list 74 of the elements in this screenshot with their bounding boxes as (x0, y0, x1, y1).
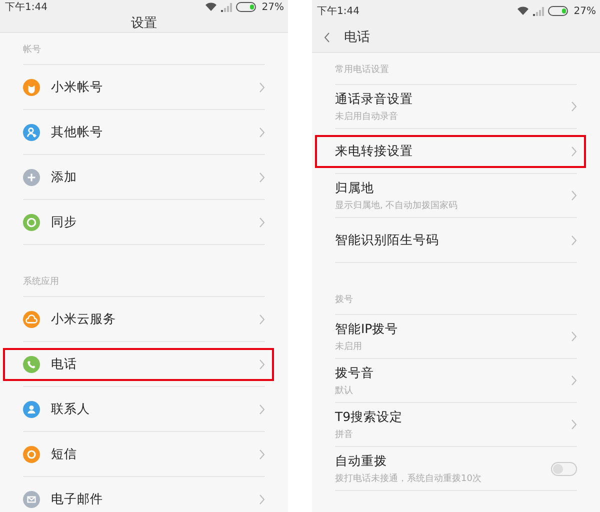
row-label: 来电转接设置 (335, 142, 414, 160)
settings-row[interactable]: 添加 (23, 155, 265, 200)
back-icon[interactable] (324, 32, 330, 42)
row-subtitle: 未启用 (335, 340, 363, 352)
chevron-icon (571, 146, 577, 156)
settings-row[interactable]: 通话录音设置 未启用自动录音 (335, 85, 577, 129)
settings-row[interactable]: 拨号音 默认 (335, 359, 577, 403)
chevron-icon (259, 494, 265, 504)
battery-icon (236, 2, 258, 12)
chevron-icon (259, 448, 265, 460)
section-header: 拨号 (335, 263, 577, 315)
chevron-icon (259, 358, 265, 370)
settings-row[interactable]: 同步 (23, 200, 265, 245)
chevron-icon (571, 419, 577, 430)
row-label: 联系人 (51, 400, 91, 418)
battery-percent: 27% (262, 2, 284, 12)
chevron-icon (259, 82, 265, 92)
row-label: 其他帐号 (51, 124, 104, 140)
chevron-icon (571, 331, 577, 342)
row-subtitle: 未启用自动录音 (335, 110, 399, 122)
settings-row[interactable]: 智能识别陌生号码 (335, 218, 577, 263)
wifi-icon (204, 2, 217, 12)
section-header: 帐号 (23, 33, 265, 65)
chevron-icon (259, 314, 265, 324)
row-label: 归属地 (335, 180, 375, 196)
settings-row[interactable]: 自动重拨 拨打电话未接通，系统自动重拨10次 (335, 447, 577, 491)
settings-row[interactable]: 小米帐号 (23, 65, 265, 110)
row-label: 添加 (51, 168, 78, 186)
toggle-switch[interactable] (551, 462, 577, 476)
settings-row[interactable]: 电子邮件 (23, 477, 265, 512)
row-label: T9搜索设定 (335, 408, 404, 426)
chevron-icon (259, 216, 265, 228)
row-label: 小米云服务 (51, 310, 117, 328)
chevron-icon (571, 190, 577, 201)
row-label: 自动重拨 (335, 452, 388, 470)
settings-row[interactable]: 短信 (23, 432, 265, 477)
row-label: 智能识别陌生号码 (335, 232, 440, 248)
row-subtitle: 拨打电话未接通，系统自动重拨10次 (335, 472, 482, 484)
row-label: 短信 (51, 446, 78, 462)
row-subtitle: 拼音 (335, 428, 354, 440)
signal-icon (532, 6, 544, 16)
chevron-icon (571, 375, 577, 386)
chevron-icon (259, 404, 265, 414)
row-label: 智能IP拨号 (335, 320, 400, 338)
chevron-icon (571, 234, 577, 246)
row-subtitle: 显示归属地, 不自动加拨国家码 (335, 200, 459, 212)
battery-icon (548, 6, 570, 16)
signal-icon (220, 2, 232, 12)
row-label: 通话录音设置 (335, 90, 414, 108)
settings-row[interactable]: 小米云服务 (23, 297, 265, 342)
section-header: 常用电话设置 (335, 53, 577, 85)
settings-row[interactable]: T9搜索设定 拼音 (335, 403, 577, 447)
settings-row[interactable]: 联系人 (23, 387, 265, 432)
status-time: 下午1:44 (317, 5, 360, 18)
section-header: 系统应用 (23, 245, 265, 297)
row-subtitle: 默认 (335, 384, 354, 396)
screen-title: 设置 (131, 15, 157, 32)
row-label: 拨号音 (335, 364, 375, 382)
battery-percent: 27% (574, 6, 596, 16)
chevron-icon (259, 172, 265, 182)
settings-row[interactable]: 归属地 显示归属地, 不自动加拨国家码 (335, 174, 577, 218)
wifi-icon (516, 6, 529, 16)
screen-title: 电话 (344, 29, 370, 46)
row-label: 同步 (51, 214, 78, 230)
settings-row[interactable]: 电话 (23, 342, 265, 387)
status-time: 下午1:44 (5, 1, 48, 14)
settings-row[interactable]: 来电转接设置 (335, 129, 577, 174)
row-label: 小米帐号 (51, 78, 104, 96)
row-label: 电话 (51, 356, 78, 372)
settings-row[interactable]: 其他帐号 (23, 110, 265, 155)
row-label: 电子邮件 (51, 490, 104, 508)
settings-row[interactable]: 智能IP拨号 未启用 (335, 315, 577, 359)
chevron-icon (571, 101, 577, 112)
chevron-icon (259, 126, 265, 138)
